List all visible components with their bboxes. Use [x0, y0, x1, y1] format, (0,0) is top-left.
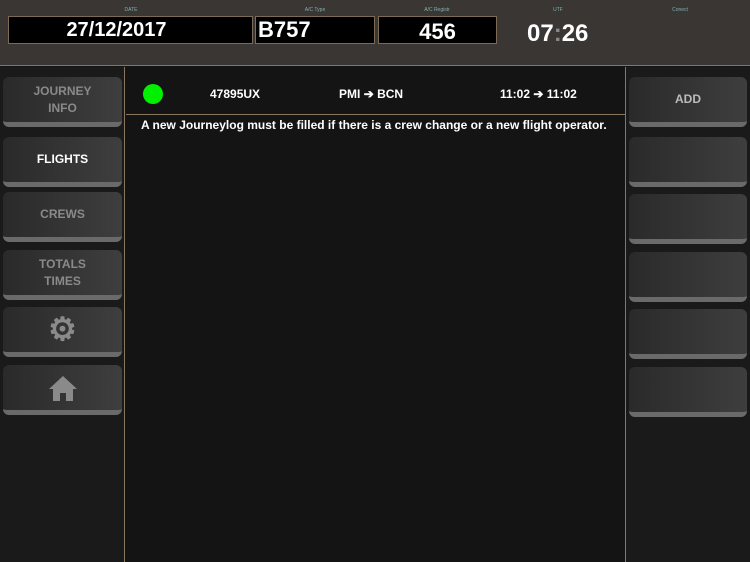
action-slot[interactable]: [629, 252, 747, 302]
origin: PMI: [339, 87, 361, 101]
times: 11:02 ➔ 11:02: [500, 87, 577, 101]
action-slot[interactable]: [629, 309, 747, 359]
utc-hours: 07: [527, 20, 554, 47]
ac-reg-field[interactable]: 456: [378, 16, 497, 44]
info-note: A new Journeylog must be filled if there…: [141, 118, 607, 132]
date-field[interactable]: 27/12/2017: [8, 16, 253, 44]
arrival-time: 11:02: [546, 87, 577, 101]
route: PMI ➔ BCN: [339, 87, 403, 101]
header-bar: DATE A/C Type A/C Registr UTF Conect 27/…: [0, 0, 750, 66]
action-panel: ADD: [625, 67, 750, 562]
ac-type-field[interactable]: B757: [255, 16, 375, 44]
sidebar-item-flights[interactable]: FLIGHTS: [3, 137, 122, 187]
settings-button[interactable]: ⚙: [3, 307, 122, 357]
reg-label: A/C Registr: [424, 7, 450, 13]
type-label: A/C Type: [304, 7, 326, 13]
sidebar: JOURNEY INFO FLIGHTS CREWS TOTALS TIMES …: [0, 67, 125, 562]
gear-icon: ⚙: [48, 311, 77, 347]
arrow-right-icon: ➔: [533, 87, 544, 101]
add-button[interactable]: ADD: [629, 77, 747, 127]
date-label: DATE: [124, 7, 138, 13]
sidebar-item-journey-info[interactable]: JOURNEY INFO: [3, 77, 122, 127]
flight-row[interactable]: 47895UX PMI ➔ BCN 11:02 ➔ 11:02: [126, 67, 625, 115]
home-button[interactable]: [3, 365, 122, 415]
utc-separator: :: [553, 20, 562, 47]
utc-clock: 07:26: [527, 20, 588, 48]
sidebar-item-totals-times[interactable]: TOTALS TIMES: [3, 250, 122, 300]
connect-label: Conect: [672, 7, 688, 13]
action-slot[interactable]: [629, 137, 747, 187]
sidebar-item-crews[interactable]: CREWS: [3, 192, 122, 242]
departure-time: 11:02: [500, 87, 531, 101]
utc-label: UTF: [553, 7, 563, 13]
home-icon: [48, 375, 77, 401]
arrow-right-icon: ➔: [363, 87, 374, 101]
action-slot[interactable]: [629, 367, 747, 417]
flight-number: 47895UX: [210, 87, 261, 101]
utc-minutes: 26: [561, 20, 589, 47]
action-slot[interactable]: [629, 194, 747, 244]
status-indicator: [143, 84, 163, 104]
destination: BCN: [377, 87, 404, 101]
